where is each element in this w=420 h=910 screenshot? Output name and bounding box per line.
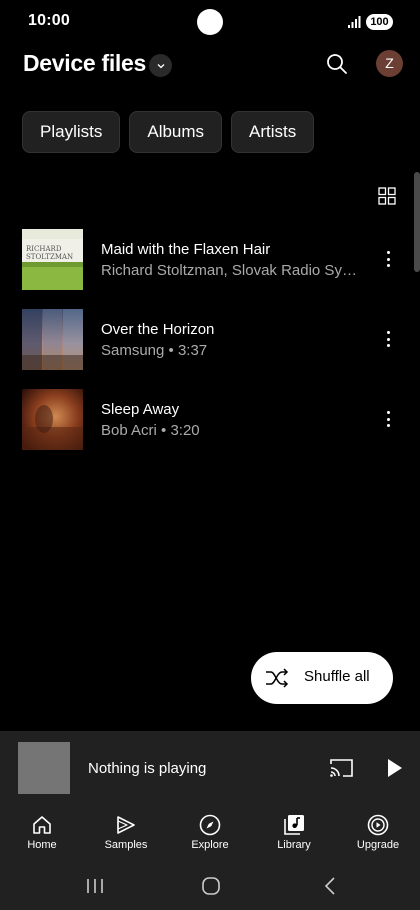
song-row[interactable]: RICHARD STOLTZMAN Maid with the Flaxen H… xyxy=(0,229,420,309)
system-navigation xyxy=(0,863,420,910)
camera-cutout xyxy=(197,9,223,35)
home-circle-icon[interactable] xyxy=(200,875,222,897)
back-icon[interactable] xyxy=(320,875,342,897)
song-subtitle: Bob Acri • 3:20 xyxy=(101,422,200,439)
shuffle-all-label: Shuffle all xyxy=(304,668,370,685)
now-playing-title: Nothing is playing xyxy=(88,760,207,777)
compass-icon xyxy=(199,814,221,836)
status-time: 10:00 xyxy=(28,12,70,29)
bottom-navigation: Home Samples Explore Library Upgrade xyxy=(0,805,420,863)
more-options-icon[interactable] xyxy=(380,249,396,269)
recents-icon[interactable] xyxy=(84,875,106,897)
song-title: Maid with the Flaxen Hair xyxy=(101,241,271,258)
samples-icon xyxy=(117,816,135,834)
chip-playlists[interactable]: Playlists xyxy=(22,111,121,153)
signal-icon xyxy=(348,16,361,28)
nav-item-home[interactable]: Home xyxy=(0,805,84,863)
album-art-text-2: STOLTZMAN xyxy=(26,253,73,261)
nav-label: Upgrade xyxy=(356,839,400,851)
song-title: Sleep Away xyxy=(101,401,180,418)
song-row[interactable]: Sleep Away Bob Acri • 3:20 xyxy=(0,389,420,469)
page-title: Device files xyxy=(23,50,146,76)
nav-label: Samples xyxy=(104,839,148,851)
nav-item-samples[interactable]: Samples xyxy=(84,805,168,863)
nav-label: Home xyxy=(27,839,57,851)
shuffle-icon xyxy=(266,668,289,688)
home-icon xyxy=(33,816,51,834)
upgrade-icon xyxy=(367,814,389,836)
nav-item-library[interactable]: Library xyxy=(252,805,336,863)
more-options-icon[interactable] xyxy=(380,409,396,429)
chip-albums[interactable]: Albums xyxy=(129,111,223,153)
song-list: RICHARD STOLTZMAN Maid with the Flaxen H… xyxy=(0,229,420,469)
nav-label: Library xyxy=(277,839,311,851)
song-row[interactable]: Over the Horizon Samsung • 3:37 xyxy=(0,309,420,389)
battery-icon: 100 xyxy=(366,14,393,30)
album-art: RICHARD STOLTZMAN xyxy=(22,229,83,290)
song-subtitle: Richard Stoltzman, Slovak Radio Sym... xyxy=(101,262,363,279)
search-icon[interactable] xyxy=(324,51,350,77)
album-art xyxy=(22,309,83,370)
song-title: Over the Horizon xyxy=(101,321,215,338)
title-dropdown-button[interactable] xyxy=(149,54,172,77)
nav-item-upgrade[interactable]: Upgrade xyxy=(336,805,420,863)
nav-item-explore[interactable]: Explore xyxy=(168,805,252,863)
status-bar: 10:00 100 xyxy=(0,0,420,44)
now-playing-art xyxy=(18,742,70,794)
mini-player[interactable]: Nothing is playing xyxy=(0,731,420,805)
library-icon xyxy=(284,815,304,835)
app-header: Device files Z xyxy=(0,44,420,94)
cast-icon[interactable] xyxy=(329,758,354,778)
grid-view-icon[interactable] xyxy=(378,187,396,205)
song-subtitle: Samsung • 3:37 xyxy=(101,342,208,359)
filter-chips: Playlists Albums Artists xyxy=(22,111,315,153)
nav-label: Explore xyxy=(191,839,229,851)
play-icon[interactable] xyxy=(386,758,404,778)
avatar[interactable]: Z xyxy=(376,50,403,77)
chip-artists[interactable]: Artists xyxy=(231,111,315,153)
album-art xyxy=(22,389,83,450)
more-options-icon[interactable] xyxy=(380,329,396,349)
shuffle-all-button[interactable]: Shuffle all xyxy=(251,652,393,704)
scrollbar-handle[interactable] xyxy=(414,172,420,272)
album-art-text-1: RICHARD xyxy=(26,245,62,253)
chevron-down-icon xyxy=(157,63,164,68)
